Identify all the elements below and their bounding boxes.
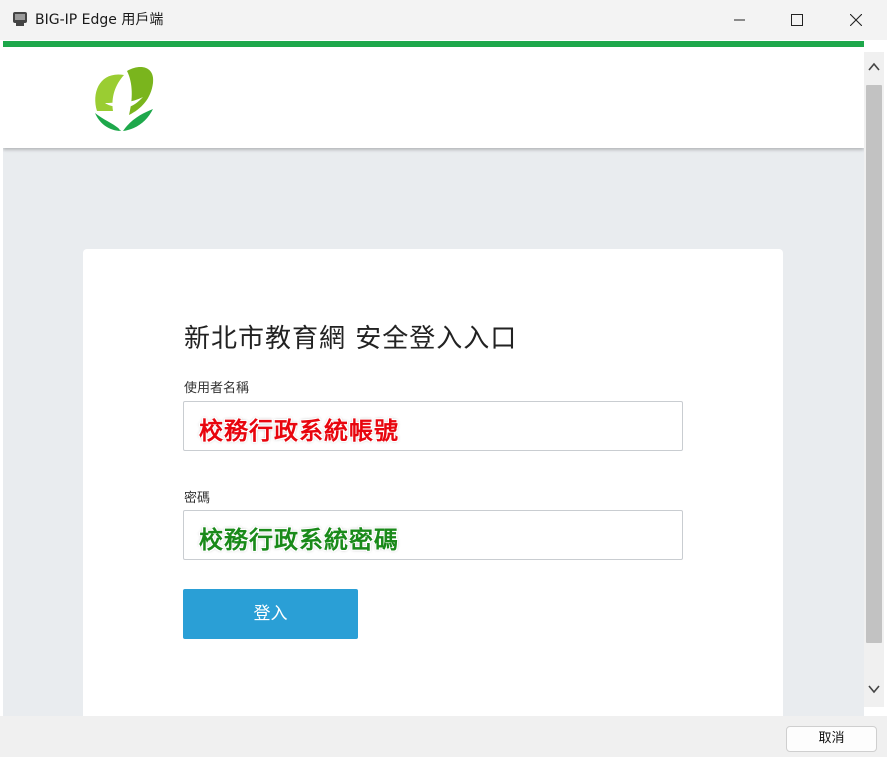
logo bbox=[95, 67, 154, 131]
window-title: BIG-IP Edge 用戶端 bbox=[35, 12, 164, 28]
username-input[interactable]: 校務行政系統帳號 bbox=[183, 401, 683, 451]
close-button[interactable] bbox=[833, 0, 879, 40]
scroll-down-icon[interactable] bbox=[867, 682, 881, 696]
dialog-footer: 取消 bbox=[0, 716, 887, 757]
login-button[interactable]: 登入 bbox=[183, 589, 358, 639]
password-input[interactable]: 校務行政系統密碼 bbox=[183, 510, 683, 560]
webview: 新北市教育網 安全登入入口 使用者名稱 校務行政系統帳號 密碼 校務行政系統密碼… bbox=[3, 41, 864, 716]
scroll-thumb[interactable] bbox=[866, 85, 882, 643]
login-card: 新北市教育網 安全登入入口 使用者名稱 校務行政系統帳號 密碼 校務行政系統密碼… bbox=[83, 249, 783, 716]
minimize-button[interactable] bbox=[717, 0, 763, 40]
maximize-button[interactable] bbox=[774, 0, 820, 40]
minimize-icon bbox=[734, 19, 745, 21]
password-label: 密碼 bbox=[184, 491, 211, 506]
password-value: 校務行政系統密碼 bbox=[199, 526, 399, 554]
scroll-up-icon[interactable] bbox=[867, 60, 881, 74]
close-icon bbox=[850, 14, 862, 26]
username-value: 校務行政系統帳號 bbox=[199, 417, 399, 445]
page-title: 新北市教育網 安全登入入口 bbox=[184, 324, 518, 354]
maximize-icon bbox=[791, 14, 803, 26]
cancel-button[interactable]: 取消 bbox=[786, 726, 877, 752]
username-label: 使用者名稱 bbox=[184, 381, 250, 396]
vertical-scrollbar[interactable] bbox=[864, 52, 884, 707]
page-header bbox=[3, 47, 864, 148]
app-icon bbox=[13, 12, 27, 26]
title-bar: BIG-IP Edge 用戶端 bbox=[0, 0, 887, 40]
